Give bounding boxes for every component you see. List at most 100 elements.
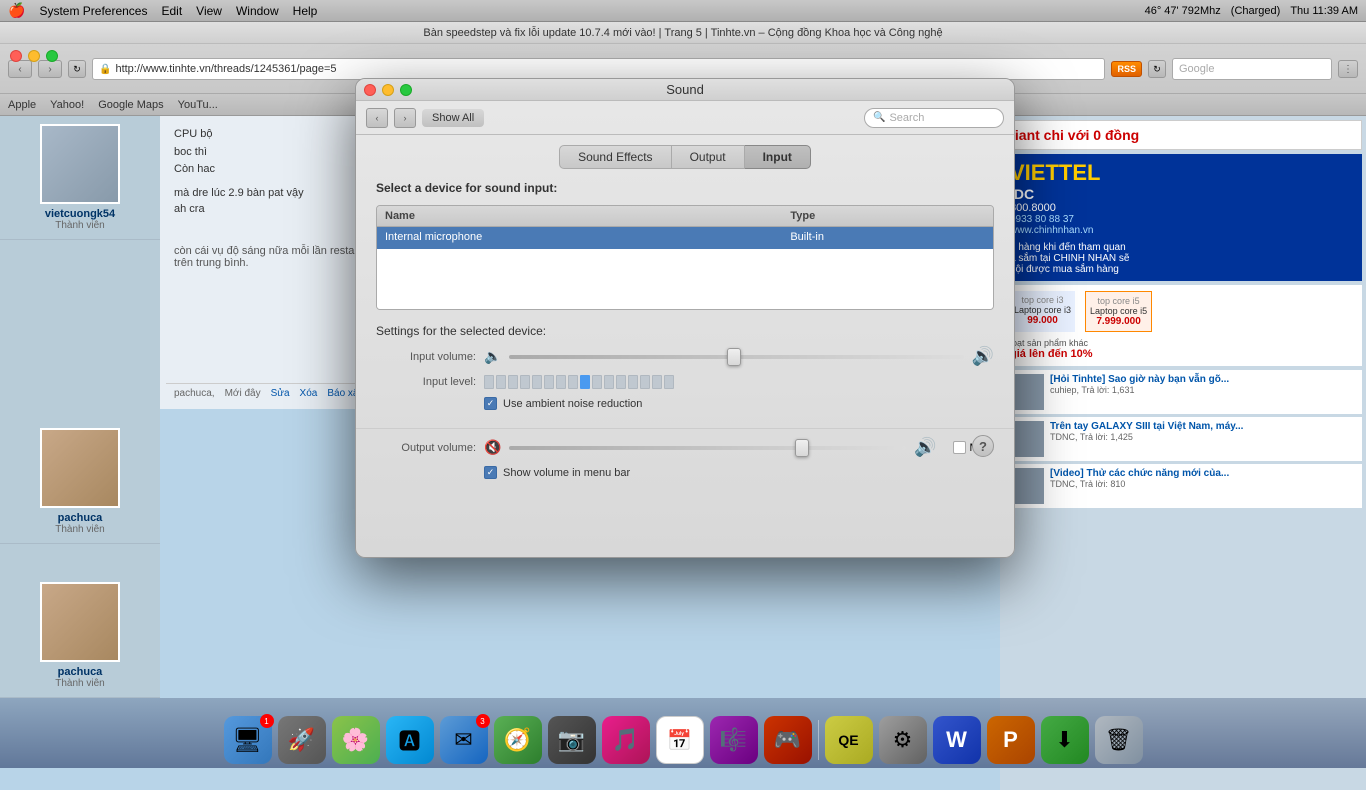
dialog-maximize-button[interactable]	[400, 84, 412, 96]
dock-finder[interactable]: 🖥 1	[224, 716, 272, 764]
address-bar[interactable]: 🔒 http://www.tinhte.vn/threads/1245361/p…	[92, 58, 1105, 80]
dialog-back-button[interactable]: ‹	[366, 108, 388, 128]
device-row-microphone[interactable]: Internal microphone Built-in	[377, 227, 993, 249]
input-volume-slider[interactable]	[509, 349, 963, 365]
dialog-search-box[interactable]: 🔍 Search	[864, 108, 1004, 128]
dock-qe[interactable]: QE	[825, 716, 873, 764]
sidebar-post-2: Trên tay GALAXY SIII tại Việt Nam, máy..…	[1004, 417, 1362, 461]
col-type-header: Type	[782, 206, 993, 226]
back-button[interactable]: ‹	[8, 60, 32, 78]
output-slider-thumb[interactable]	[795, 439, 809, 457]
dialog-forward-button[interactable]: ›	[394, 108, 416, 128]
show-all-button[interactable]: Show All	[422, 109, 484, 127]
noise-reduction-row: ✓ Use ambient noise reduction	[484, 397, 994, 410]
dock-calendar[interactable]: 📅	[656, 716, 704, 764]
trash-icon: 🗑	[1105, 727, 1133, 753]
tab-output[interactable]: Output	[672, 145, 745, 169]
menu-system-prefs[interactable]: System Preferences	[39, 4, 147, 18]
output-volume-label: Output volume:	[376, 442, 476, 454]
safari-icon: 🧭	[504, 727, 531, 753]
volume-high-icon: 🔊	[972, 346, 994, 367]
bookmark-yahoo[interactable]: Yahoo!	[50, 99, 84, 111]
mute-checkbox[interactable]	[953, 441, 966, 454]
user-role-1: Thành viên	[55, 220, 104, 231]
delete-link[interactable]: Xóa	[300, 388, 318, 399]
user-card-2: pachuca Thành viên	[0, 420, 160, 544]
level-bar-8	[568, 375, 578, 389]
apple-menu-icon[interactable]: 🍎	[8, 2, 25, 19]
level-bar-6	[544, 375, 554, 389]
show-volume-checkbox[interactable]: ✓	[484, 466, 497, 479]
dock-game[interactable]: 🎮	[764, 716, 812, 764]
maximize-button[interactable]	[46, 50, 58, 62]
slider-thumb[interactable]	[727, 348, 741, 366]
menu-bar-left: 🍎 System Preferences Edit View Window He…	[8, 2, 317, 19]
dock-mail[interactable]: ✉ 3	[440, 716, 488, 764]
reload-button-2[interactable]: ↻	[1148, 60, 1166, 78]
minimize-button[interactable]	[28, 50, 40, 62]
search-placeholder: Google	[1179, 63, 1214, 75]
dock: 🖥 1 🚀 🌸 🅰 ✉ 3 🧭 📷 🎵 📅 🎼 🎮 QE ⚙ W P	[0, 698, 1366, 768]
dialog-title: Sound	[666, 82, 704, 97]
device-type-cell: Built-in	[782, 227, 993, 249]
output-section: Output volume: 🔇 🔊 Mute ✓ Show volume in…	[356, 428, 1014, 493]
dock-music[interactable]: 🎼	[710, 716, 758, 764]
close-button[interactable]	[10, 50, 22, 62]
dialog-minimize-button[interactable]	[382, 84, 394, 96]
menu-help[interactable]: Help	[293, 4, 318, 18]
level-bar-10	[592, 375, 602, 389]
dock-downloads[interactable]: ⬇	[1041, 716, 1089, 764]
menu-window[interactable]: Window	[236, 4, 279, 18]
ad-block-viettel: VIETTEL IDC 800.8000 0933 80 88 37 www.c…	[1004, 154, 1362, 281]
menu-view[interactable]: View	[196, 4, 222, 18]
dock-photos[interactable]: 🌸	[332, 716, 380, 764]
bookmark-youtube[interactable]: YouTu...	[178, 99, 218, 111]
output-vol-high-icon: 🔊	[914, 437, 936, 458]
level-meter	[484, 375, 994, 389]
dock-separator	[818, 720, 819, 760]
dock-syspref[interactable]: ⚙	[879, 716, 927, 764]
level-bar-15	[652, 375, 662, 389]
dock-appstore[interactable]: 🅰	[386, 716, 434, 764]
forward-button[interactable]: ›	[38, 60, 62, 78]
dialog-title-bar: Sound	[356, 79, 1014, 101]
level-bar-16	[664, 375, 674, 389]
level-bar-5	[532, 375, 542, 389]
dock-camera[interactable]: 📷	[548, 716, 596, 764]
dock-trash[interactable]: 🗑	[1095, 716, 1143, 764]
bookmark-google-maps[interactable]: Google Maps	[98, 99, 163, 111]
google-search-box[interactable]: Google	[1172, 58, 1332, 80]
browser-options-button[interactable]: ⋮	[1338, 60, 1358, 78]
dock-safari[interactable]: 🧭	[494, 716, 542, 764]
device-table: Name Type Internal microphone Built-in	[376, 205, 994, 310]
output-volume-slider[interactable]	[509, 440, 906, 456]
device-table-empty-space	[377, 249, 993, 309]
rss-button[interactable]: RSS	[1111, 61, 1142, 77]
device-name-cell: Internal microphone	[377, 227, 782, 249]
input-level-label: Input level:	[376, 376, 476, 388]
dock-launchpad[interactable]: 🚀	[278, 716, 326, 764]
level-bar-7	[556, 375, 566, 389]
search-icon: 🔍	[873, 112, 885, 123]
bookmark-apple[interactable]: Apple	[8, 99, 36, 111]
dialog-content: Select a device for sound input: Name Ty…	[356, 169, 1014, 428]
noise-reduction-checkbox[interactable]: ✓	[484, 397, 497, 410]
edit-link[interactable]: Sửa	[271, 388, 290, 399]
tab-sound-effects[interactable]: Sound Effects	[559, 145, 672, 169]
reload-button[interactable]: ↻	[68, 60, 86, 78]
dialog-close-button[interactable]	[364, 84, 376, 96]
tab-input[interactable]: Input	[745, 145, 811, 169]
address-text: http://www.tinhte.vn/threads/1245361/pag…	[115, 63, 336, 75]
game-icon: 🎮	[774, 727, 801, 753]
dock-powerpoint[interactable]: P	[987, 716, 1035, 764]
dock-word[interactable]: W	[933, 716, 981, 764]
dock-itunes[interactable]: 🎵	[602, 716, 650, 764]
output-slider-track	[509, 446, 906, 450]
input-volume-label: Input volume:	[376, 351, 476, 363]
dialog-toolbar: ‹ › Show All 🔍 Search	[356, 101, 1014, 135]
ad-block-1: liant chi với 0 đồng	[1004, 120, 1362, 150]
help-button[interactable]: ?	[972, 435, 994, 457]
finder-badge: 1	[260, 714, 274, 728]
menu-edit[interactable]: Edit	[161, 4, 182, 18]
level-bar-14	[640, 375, 650, 389]
